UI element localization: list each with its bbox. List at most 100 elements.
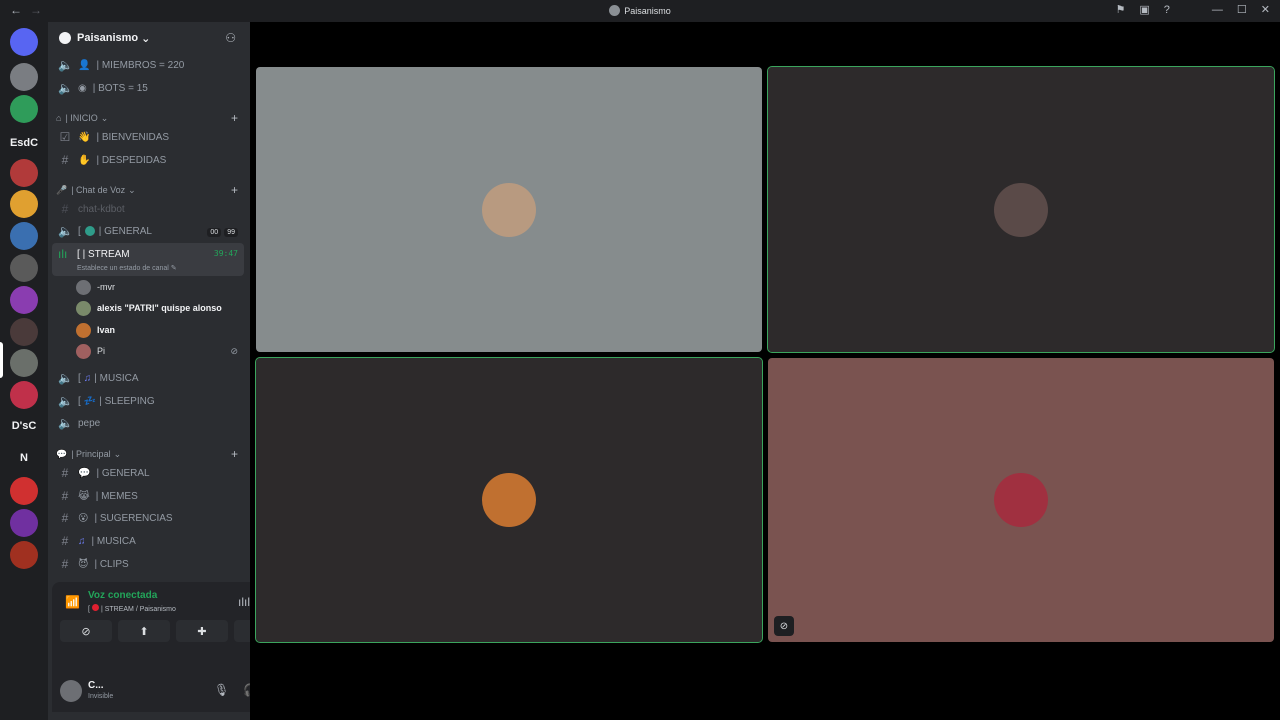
server-icon[interactable]	[10, 477, 38, 505]
server-icon[interactable]	[10, 95, 38, 123]
close-icon[interactable]: ✕	[1261, 3, 1270, 16]
channel-clips[interactable]: # 😈 | CLIPS	[52, 554, 244, 574]
mic-emoji-icon: 🎤	[56, 184, 68, 195]
server-icon[interactable]	[10, 509, 38, 537]
devil-emoji-icon: 😈	[78, 558, 89, 570]
zzz-emoji-icon: 💤	[83, 395, 97, 407]
hash-icon: #	[61, 557, 69, 571]
user-controls: 🎙 🎧 ⚙	[214, 683, 250, 697]
participant-tile[interactable]: ⊘	[768, 358, 1274, 642]
help-icon[interactable]: ?	[1164, 4, 1170, 16]
server-icon[interactable]	[10, 190, 38, 218]
channel-bienvenidas[interactable]: ☑ 👋 | BIENVENIDAS	[52, 127, 244, 147]
voice-member[interactable]: alexis "PATRI" quispe alonso	[76, 298, 244, 318]
maximize-icon[interactable]: ☐	[1237, 3, 1247, 16]
server-icon[interactable]	[10, 318, 38, 346]
soundboard-button[interactable]: ♪	[234, 620, 250, 642]
channel-label: | BIENVENIDAS	[96, 131, 170, 143]
category-inicio[interactable]: ⌂ | INICIO ⌄ +	[56, 110, 244, 126]
activities-button[interactable]: ✚	[176, 620, 228, 642]
add-channel-icon[interactable]: +	[231, 183, 238, 197]
music-emoji-icon: ♫	[78, 535, 86, 547]
category-principal[interactable]: 💬 | Principal ⌄ +	[56, 446, 244, 462]
chevron-down-icon: ⌄	[113, 448, 122, 459]
speaker-icon: 🔈	[58, 394, 73, 408]
server-icon[interactable]	[10, 254, 38, 282]
hash-icon: #	[61, 202, 69, 216]
category-voz[interactable]: 🎤 | Chat de Voz ⌄ +	[56, 182, 244, 198]
globe-emoji-icon	[84, 226, 95, 236]
voice-channel-path: [| STREAM / Paisanismo	[88, 604, 176, 613]
avatar	[76, 322, 91, 338]
server-icon[interactable]	[10, 159, 38, 187]
muted-icon: ⊘	[774, 616, 794, 636]
user-panel: C... Invisible 🎙 🎧 ⚙	[52, 662, 250, 712]
share-screen-button[interactable]: ⬆	[118, 620, 170, 642]
noise-suppression-icon[interactable]: ılıl	[238, 595, 250, 609]
channel-label: [ | STREAM	[77, 249, 130, 260]
server-icon[interactable]: N	[10, 444, 38, 472]
channel-chat-kdbot[interactable]: # chat-kdbot	[52, 199, 244, 219]
speaker-icon: 🔈	[58, 224, 73, 238]
server-icon[interactable]	[10, 63, 38, 91]
channel-musica-voice[interactable]: 🔈[♫ | MUSICA	[52, 368, 244, 388]
title-bar: ← → Paisanismo ⚑ ▣ ? — ☐ ✕	[0, 0, 1280, 22]
add-channel-icon[interactable]: +	[231, 111, 238, 125]
avatar	[76, 279, 91, 295]
minimize-icon[interactable]: —	[1212, 4, 1223, 16]
guild-header[interactable]: Paisanismo ⌄ ⚇	[48, 22, 250, 54]
username[interactable]: C...	[88, 680, 104, 691]
channel-general-text[interactable]: # 💬 | GENERAL	[52, 463, 244, 483]
inbox-icon[interactable]: ▣	[1139, 3, 1149, 16]
participant-tile[interactable]	[256, 67, 762, 352]
channel-miembros[interactable]: 🔈 👤 | MIEMBROS = 220	[52, 55, 244, 75]
voice-member[interactable]: Ivan	[76, 320, 244, 340]
home-discord-icon[interactable]	[10, 28, 38, 56]
channel-sleeping[interactable]: 🔈[💤 | SLEEPING	[52, 391, 244, 411]
activities-icon: ✚	[197, 625, 207, 638]
participant-tile[interactable]	[255, 357, 763, 643]
channel-memes[interactable]: # 😹 | MEMES	[52, 486, 244, 506]
invite-people-icon[interactable]: ⚇	[225, 31, 236, 45]
channel-status-prompt[interactable]: Establece un estado de canal ✎	[77, 264, 177, 272]
microphone-icon[interactable]: 🎙	[214, 683, 229, 697]
server-icon[interactable]	[10, 541, 38, 569]
channel-pepe[interactable]: 🔈 pepe	[52, 413, 244, 433]
channel-stream-active[interactable]: ılı [ | STREAM 39:47 Establece un estado…	[52, 243, 244, 276]
speech-bubble-icon: 💬	[56, 448, 68, 459]
server-icon[interactable]	[10, 381, 38, 409]
speaker-icon: 🔈	[58, 58, 73, 72]
wave-emoji-icon: 👋	[78, 131, 91, 143]
participant-avatar	[994, 473, 1048, 527]
voice-member[interactable]: Pi ⊘	[76, 341, 244, 361]
participant-tile[interactable]	[767, 66, 1275, 353]
server-icon[interactable]	[10, 286, 38, 314]
server-icon[interactable]: EsdC	[10, 129, 38, 157]
signal-icon[interactable]: 📶	[65, 595, 80, 609]
channel-musica-text[interactable]: # ♫ | MUSICA	[52, 531, 244, 551]
server-icon[interactable]	[10, 349, 38, 377]
hash-icon: #	[61, 489, 69, 503]
speaker-icon: 🔈	[58, 416, 73, 430]
flag-icon[interactable]: ⚑	[1116, 3, 1126, 16]
channel-bots[interactable]: 🔈 ◉ | BOTS = 15	[52, 78, 244, 98]
camera-off-button[interactable]: ⊘	[60, 620, 112, 642]
channel-sugerencias[interactable]: # 😮 | SUGERENCIAS	[52, 508, 244, 528]
voice-member[interactable]: -mvr	[76, 277, 244, 297]
guild-name: Paisanismo	[77, 32, 139, 44]
guild-icon	[59, 32, 71, 44]
channel-label: | BOTS = 15	[92, 82, 148, 94]
server-icon[interactable]: D'sC	[10, 412, 38, 440]
channel-despedidas[interactable]: # ✋ | DESPEDIDAS	[52, 150, 244, 170]
voice-connected-label[interactable]: Voz conectada	[88, 590, 157, 601]
headphones-icon[interactable]: 🎧	[243, 683, 250, 697]
selected-server-indicator	[0, 342, 3, 378]
channel-general-voice[interactable]: 🔈[| GENERAL 00 99	[52, 221, 244, 241]
channel-label: | GENERAL	[96, 467, 150, 479]
server-rail: EsdC D'sC N	[0, 22, 48, 720]
server-icon[interactable]	[10, 222, 38, 250]
channel-label: | DESPEDIDAS	[96, 154, 167, 166]
rules-icon: ☑	[59, 130, 71, 144]
add-channel-icon[interactable]: +	[231, 447, 238, 461]
avatar[interactable]	[60, 680, 82, 702]
